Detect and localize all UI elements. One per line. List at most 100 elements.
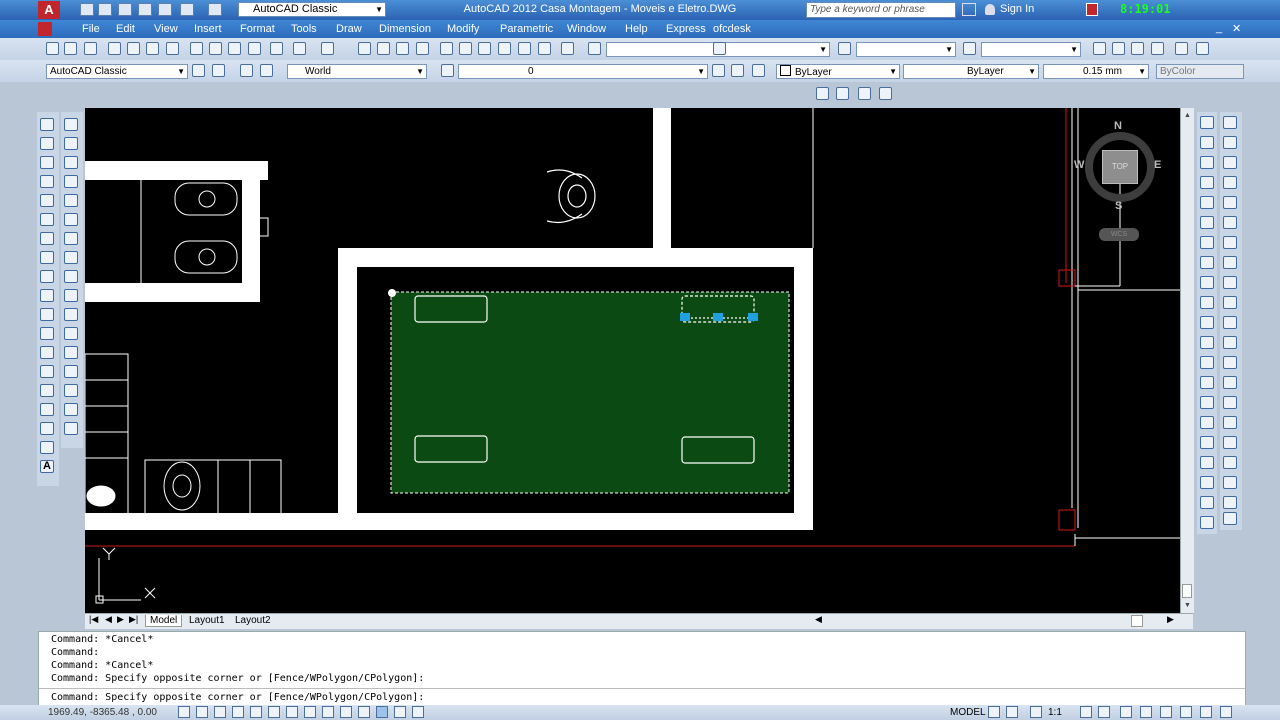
tile-v-icon[interactable] — [1131, 42, 1144, 55]
design-center-icon[interactable] — [459, 42, 472, 55]
menu-modify[interactable]: Modify — [447, 23, 479, 35]
tool-18-icon[interactable] — [1223, 456, 1237, 469]
save-icon[interactable] — [84, 42, 97, 55]
workspace-dropdown[interactable]: AutoCAD Classic ▼ — [46, 64, 188, 79]
properties-icon[interactable] — [440, 42, 453, 55]
inspection-icon[interactable] — [1200, 416, 1214, 429]
quick-dim-icon[interactable] — [1200, 276, 1214, 289]
markup-icon[interactable] — [518, 42, 531, 55]
tab-prev-icon[interactable]: ◀ — [105, 614, 112, 625]
ducs-icon[interactable] — [322, 706, 334, 718]
menu-parametric[interactable]: Parametric — [500, 23, 553, 35]
3d-osnap-icon[interactable] — [286, 706, 298, 718]
annotation-scale-icon[interactable] — [1030, 706, 1042, 718]
dim-continue-icon[interactable] — [1200, 316, 1214, 329]
linetype-dropdown[interactable]: ByLayer ▼ — [903, 64, 1039, 79]
undo-icon[interactable] — [180, 3, 194, 16]
hscroll-right-icon[interactable]: ▶ — [1167, 614, 1174, 625]
workspace-selector[interactable]: AutoCAD Classic ▼ — [238, 2, 386, 17]
tolerance-icon[interactable] — [1200, 376, 1214, 389]
tool-16-icon[interactable] — [1223, 416, 1237, 429]
wcs-menu[interactable]: WCS — [1099, 228, 1139, 241]
dynamic-input-icon[interactable] — [340, 706, 352, 718]
open-icon[interactable] — [64, 42, 77, 55]
drawing-viewport[interactable]: TOP N S E W WCS — [85, 108, 1180, 613]
layer-states-icon[interactable] — [1175, 42, 1188, 55]
exchange-icon[interactable] — [1086, 3, 1098, 16]
bring-front-icon[interactable] — [816, 87, 829, 100]
workspace-icon[interactable] — [1196, 42, 1209, 55]
dim-edit-icon[interactable] — [1200, 456, 1214, 469]
ucs-icon[interactable] — [240, 64, 253, 77]
customize-icon[interactable] — [212, 64, 225, 77]
lock-icon[interactable] — [1140, 706, 1152, 718]
move-icon[interactable] — [64, 213, 78, 226]
plot-icon[interactable] — [158, 3, 172, 16]
hardware-acceleration-icon[interactable] — [1160, 706, 1172, 718]
binoculars-icon[interactable] — [962, 3, 976, 16]
close-icon[interactable]: ✕ — [1232, 22, 1241, 35]
tool-3-icon[interactable] — [1223, 156, 1237, 169]
sign-in-link[interactable]: Sign In — [1000, 3, 1034, 15]
coordinate-readout[interactable]: 1969.49, -8365.48 , 0.00 — [48, 707, 157, 718]
tab-first-icon[interactable]: |◀ — [89, 614, 98, 625]
layer-dropdown[interactable]: 0 ▼ — [458, 64, 708, 79]
tool-20-icon[interactable] — [1223, 496, 1237, 509]
multileader-style-icon[interactable] — [963, 42, 976, 55]
tool-5-icon[interactable] — [1223, 196, 1237, 209]
zoom-realtime-icon[interactable] — [377, 42, 390, 55]
menu-edit[interactable]: Edit — [116, 23, 135, 35]
dim-break-icon[interactable] — [1200, 356, 1214, 369]
chamfer-icon[interactable] — [64, 384, 78, 397]
drawing-canvas[interactable] — [85, 108, 1180, 613]
make-block-icon[interactable] — [40, 346, 54, 359]
menu-file[interactable]: File — [82, 23, 100, 35]
break-at-point-icon[interactable] — [64, 327, 78, 340]
autocad-logo-icon[interactable]: A — [38, 1, 60, 19]
quick-view-layouts-icon[interactable] — [988, 706, 1000, 718]
zoom-previous-icon[interactable] — [416, 42, 429, 55]
dim-aligned-icon[interactable] — [1200, 136, 1214, 149]
array-icon[interactable] — [64, 194, 78, 207]
tab-last-icon[interactable]: ▶| — [129, 614, 138, 625]
new-icon[interactable] — [46, 42, 59, 55]
cut-icon[interactable] — [190, 42, 203, 55]
insert-block-icon[interactable] — [40, 327, 54, 340]
tab-next-icon[interactable]: ▶ — [117, 614, 124, 625]
gear-icon[interactable] — [192, 64, 205, 77]
color-dropdown[interactable]: ByLayer ▼ — [776, 64, 900, 79]
cascade-icon[interactable] — [1093, 42, 1106, 55]
mirror-icon[interactable] — [64, 156, 78, 169]
plotstyle-dropdown[interactable]: ByColor — [1156, 64, 1244, 79]
tool-palettes-icon[interactable] — [478, 42, 491, 55]
copy-object-icon[interactable] — [64, 137, 78, 150]
menu-ofcdesk[interactable]: ofcdesk — [713, 23, 751, 35]
polygon-icon[interactable] — [40, 175, 54, 188]
tab-model[interactable]: Model — [145, 615, 183, 627]
grid-display-icon[interactable] — [214, 706, 226, 718]
dim-style-manager-icon[interactable] — [1200, 516, 1214, 529]
app-menu-icon[interactable] — [38, 22, 52, 36]
dim-update-icon[interactable] — [1200, 496, 1214, 509]
send-back-icon[interactable] — [836, 87, 849, 100]
point-icon[interactable] — [40, 365, 54, 378]
command-prompt-line[interactable]: Command: Specify opposite corner or [Fen… — [51, 692, 424, 703]
tool-12-icon[interactable] — [1223, 336, 1237, 349]
ellipse-arc-icon[interactable] — [40, 308, 54, 321]
menu-view[interactable]: View — [154, 23, 178, 35]
object-snap-icon[interactable] — [268, 706, 280, 718]
polyline-icon[interactable] — [40, 156, 54, 169]
dim-jogged-icon[interactable] — [1200, 216, 1214, 229]
dim-style-icon[interactable] — [713, 42, 726, 55]
compass-west-label[interactable]: W — [1074, 159, 1084, 171]
tile-h-icon[interactable] — [1112, 42, 1125, 55]
layer-properties-icon[interactable] — [441, 64, 454, 77]
spline-icon[interactable] — [40, 270, 54, 283]
layer-make-current-icon[interactable] — [752, 64, 765, 77]
dim-linear-icon[interactable] — [1200, 116, 1214, 129]
selection-cycling-icon[interactable] — [412, 706, 424, 718]
send-under-icon[interactable] — [879, 87, 892, 100]
tool-7-icon[interactable] — [1223, 236, 1237, 249]
annotation-scale[interactable]: 1:1 — [1048, 707, 1062, 718]
dim-angular-icon[interactable] — [1200, 256, 1214, 269]
